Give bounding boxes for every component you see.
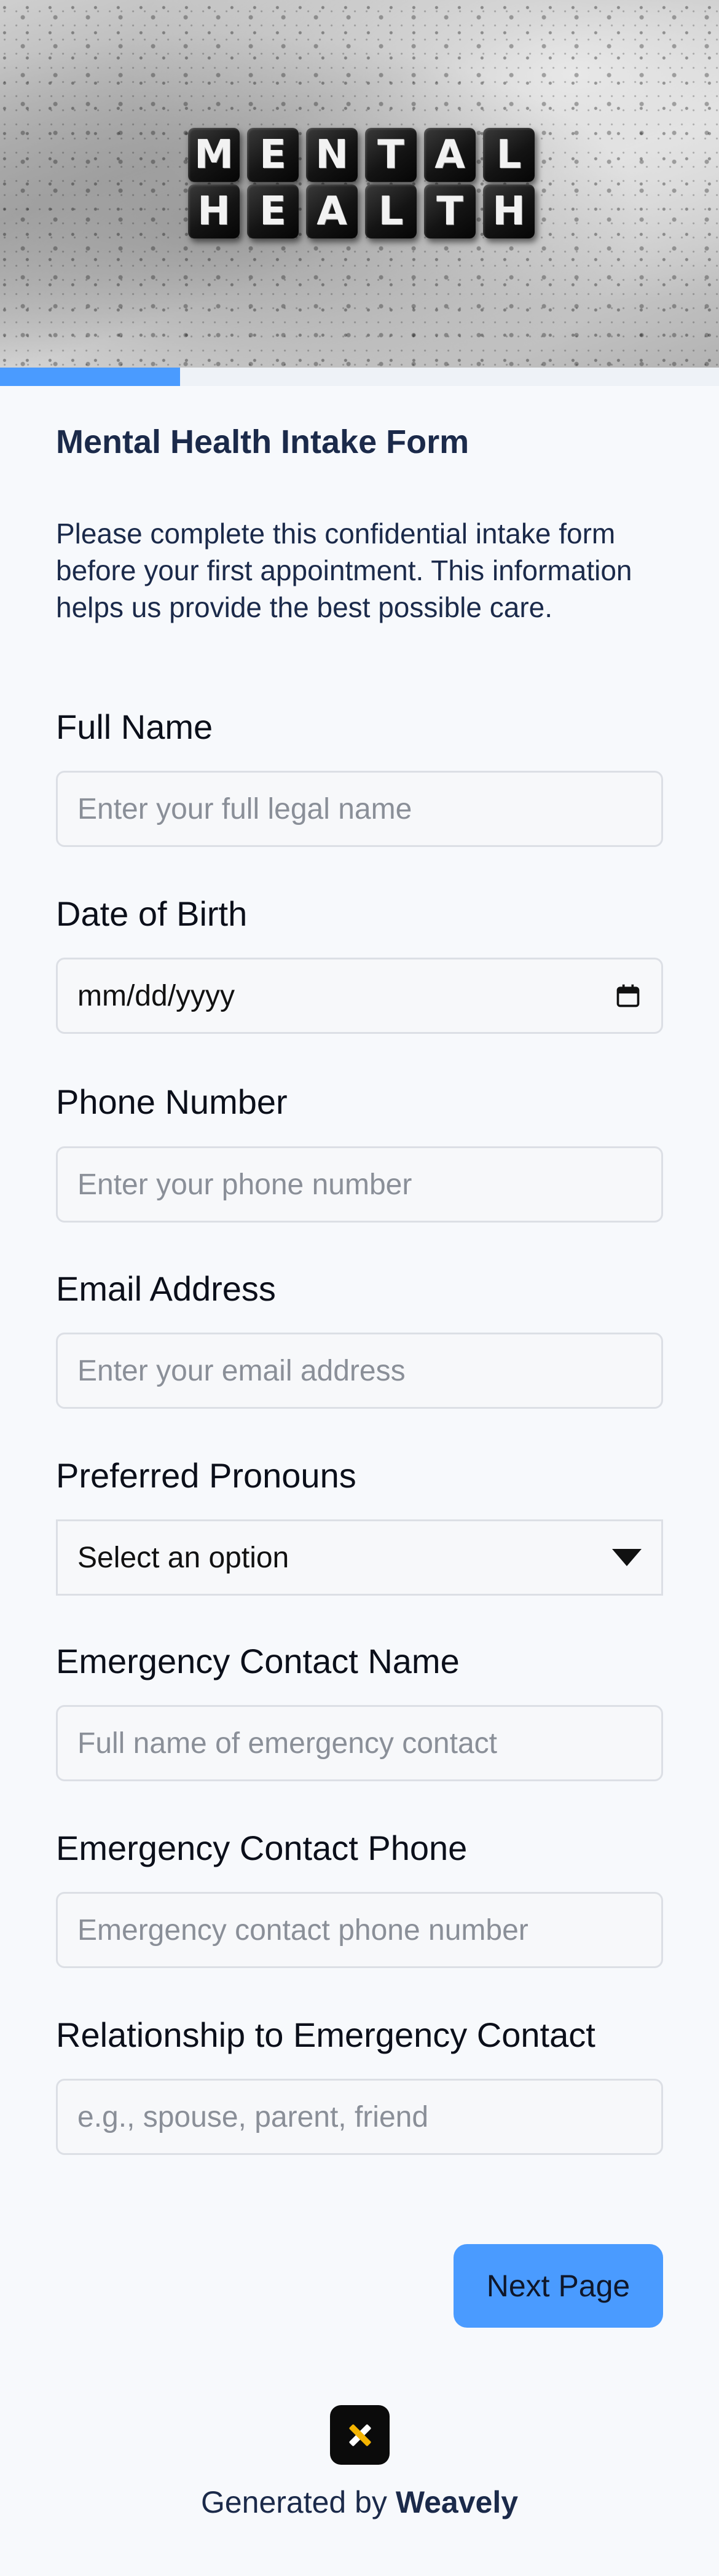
email-address-placeholder: Enter your email address <box>77 1354 406 1387</box>
letter-tile: N <box>306 128 358 182</box>
emergency-contact-name-placeholder: Full name of emergency contact <box>77 1727 497 1760</box>
weavely-logo-icon[interactable] <box>330 2405 390 2465</box>
form-title: Mental Health Intake Form <box>56 423 470 460</box>
emergency-contact-phone-input[interactable]: Emergency contact phone number <box>56 1892 663 1968</box>
next-page-button[interactable]: Next Page <box>454 2244 663 2328</box>
calendar-icon[interactable] <box>615 982 642 1009</box>
field-label-full-name: Full Name <box>56 707 213 746</box>
letter-tile: L <box>365 184 417 238</box>
letter-tile: L <box>483 128 535 182</box>
footer-brand-link[interactable]: Weavely <box>396 2485 518 2519</box>
emergency-contact-name-input[interactable]: Full name of emergency contact <box>56 1705 663 1781</box>
footer-credit: Generated by Weavely <box>0 2484 719 2520</box>
date-of-birth-value: mm/dd/yyyy <box>77 979 235 1012</box>
preferred-pronouns-select[interactable]: Select an option <box>56 1519 663 1596</box>
field-label-email-address: Email Address <box>56 1269 276 1308</box>
weavely-logo-mark <box>348 2424 371 2446</box>
letter-tile: A <box>306 184 358 238</box>
full-name-placeholder: Enter your full legal name <box>77 792 412 825</box>
progress-bar-fill <box>0 368 180 386</box>
field-label-emergency-contact-phone: Emergency Contact Phone <box>56 1829 468 1867</box>
phone-number-input[interactable]: Enter your phone number <box>56 1146 663 1223</box>
field-label-phone-number: Phone Number <box>56 1082 288 1121</box>
field-label-relationship: Relationship to Emergency Contact <box>56 2015 595 2054</box>
date-of-birth-input[interactable]: mm/dd/yyyy <box>56 958 663 1034</box>
letter-tile: H <box>483 184 535 238</box>
letter-tile: A <box>424 128 476 182</box>
field-label-preferred-pronouns: Preferred Pronouns <box>56 1456 356 1495</box>
relationship-placeholder: e.g., spouse, parent, friend <box>77 2100 429 2133</box>
relationship-input[interactable]: e.g., spouse, parent, friend <box>56 2079 663 2155</box>
progress-bar <box>0 368 719 386</box>
chevron-down-icon <box>612 1549 642 1566</box>
full-name-input[interactable]: Enter your full legal name <box>56 771 663 847</box>
field-label-emergency-contact-name: Emergency Contact Name <box>56 1642 460 1680</box>
letter-tile: E <box>247 184 299 238</box>
email-address-input[interactable]: Enter your email address <box>56 1333 663 1409</box>
letter-tile: H <box>188 184 240 238</box>
letter-tile: T <box>365 128 417 182</box>
hero-banner-image: M E N T A L H E A L T H <box>0 0 719 368</box>
tile-row-mental: M E N T A L <box>188 128 535 182</box>
letter-tile: E <box>247 128 299 182</box>
field-label-date-of-birth: Date of Birth <box>56 894 248 933</box>
form-description: Please complete this confidential intake… <box>56 518 632 623</box>
emergency-contact-phone-placeholder: Emergency contact phone number <box>77 1913 528 1947</box>
phone-number-placeholder: Enter your phone number <box>77 1168 412 1201</box>
preferred-pronouns-value: Select an option <box>77 1541 289 1574</box>
letter-tiles: M E N T A L H E A L T H <box>0 0 719 368</box>
letter-tile: M <box>188 128 240 182</box>
letter-tile: T <box>424 184 476 238</box>
footer-prefix: Generated by <box>200 2485 387 2519</box>
tile-row-health: H E A L T H <box>188 184 535 238</box>
